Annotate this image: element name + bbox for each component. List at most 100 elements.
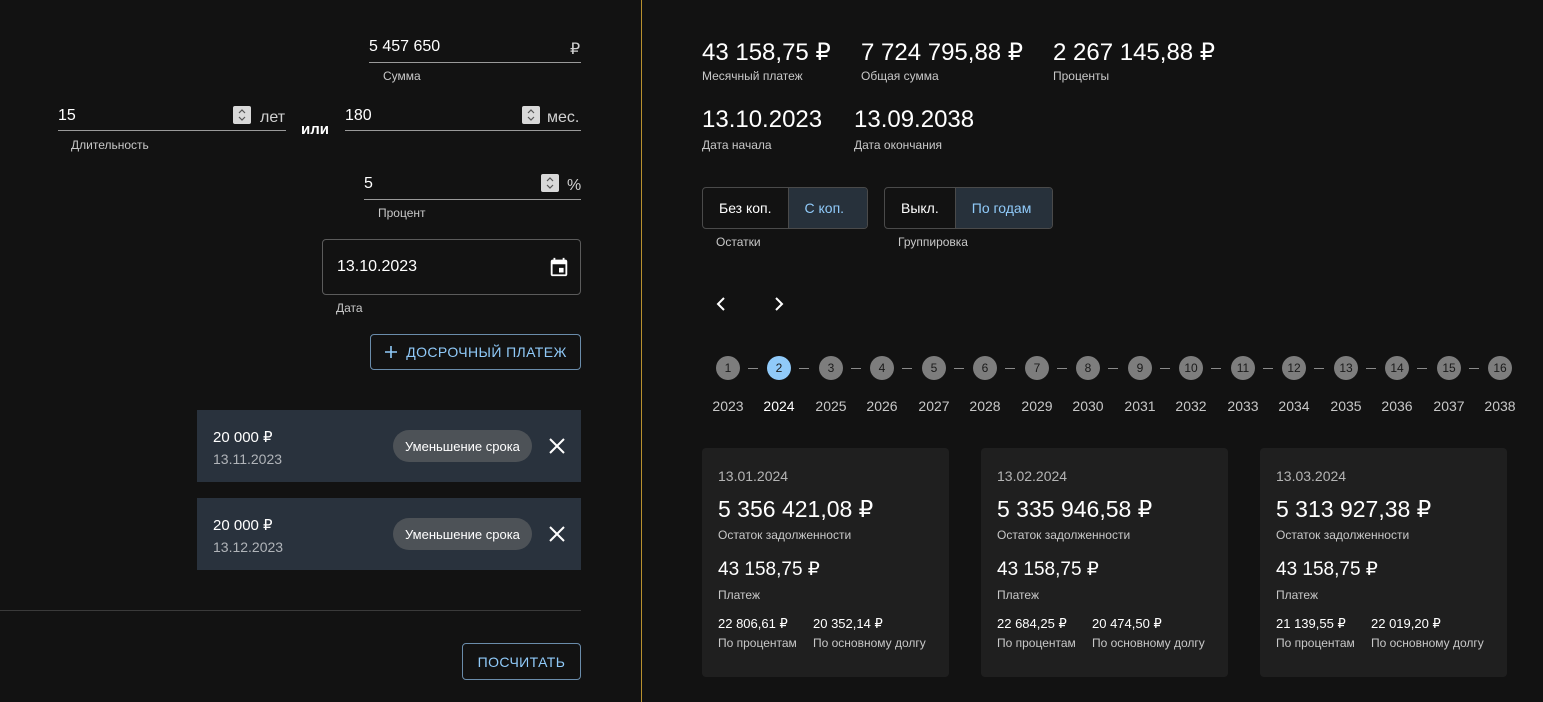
year-step-13[interactable]: 13: [1334, 356, 1358, 380]
year-step-label: 2024: [763, 398, 795, 414]
duration-years-suffix: лет: [260, 109, 286, 126]
start-date-label: Дата начала: [702, 138, 772, 152]
year-step-label: 2028: [969, 398, 1001, 414]
payment-amount: 43 158,75 ₽: [1276, 559, 1378, 580]
payment-interest: 22 806,61 ₽: [718, 616, 788, 631]
chevron-right-icon[interactable]: [770, 296, 786, 312]
add-early-payment-label: ДОСРОЧНЫЙ ПЛАТЕЖ: [406, 344, 567, 360]
sum-input[interactable]: 5 457 650: [369, 38, 440, 56]
early-payment-type-chip[interactable]: Уменьшение срока: [393, 518, 532, 550]
early-payment-card: 20 000 ₽ 13.11.2023 Уменьшение срока: [197, 410, 581, 482]
payment-date: 13.03.2024: [1276, 468, 1347, 484]
year-step-12[interactable]: 12: [1282, 356, 1306, 380]
step-connector: [748, 368, 758, 369]
payment-principal: 22 019,20 ₽: [1371, 616, 1441, 631]
close-icon[interactable]: [547, 524, 567, 544]
step-connector: [1314, 368, 1324, 369]
payment-principal-label: По основному долгу: [813, 636, 926, 650]
balance-toggle-with-kopecks[interactable]: С коп.: [787, 188, 867, 228]
step-connector: [1108, 368, 1118, 369]
payment-date: 13.02.2024: [997, 468, 1068, 484]
early-payment-date: 13.12.2023: [213, 539, 284, 555]
payment-balance-label: Остаток задолженности: [718, 528, 852, 542]
calendar-icon[interactable]: [548, 256, 570, 278]
duration-months-input[interactable]: 180: [345, 107, 372, 125]
chevron-left-icon[interactable]: [714, 296, 730, 312]
payment-amount: 43 158,75 ₽: [997, 559, 1099, 580]
sum-currency: ₽: [570, 41, 581, 58]
payment-principal: 20 352,14 ₽: [813, 616, 883, 631]
or-label: или: [301, 121, 329, 138]
date-field[interactable]: 13.10.2023: [322, 239, 581, 295]
percent-underline: [364, 199, 581, 200]
year-step-15[interactable]: 15: [1437, 356, 1461, 380]
year-step-16[interactable]: 16: [1488, 356, 1512, 380]
year-step-10[interactable]: 10: [1179, 356, 1203, 380]
add-early-payment-button[interactable]: ДОСРОЧНЫЙ ПЛАТЕЖ: [370, 334, 581, 370]
end-date-label: Дата окончания: [854, 138, 943, 152]
year-step-14[interactable]: 14: [1385, 356, 1409, 380]
payment-amount-label: Платеж: [718, 588, 760, 602]
sum-underline: [369, 62, 581, 63]
year-step-label: 2025: [815, 398, 847, 414]
payment-principal-label: По основному долгу: [1092, 636, 1205, 650]
step-connector: [1469, 368, 1479, 369]
year-step-6[interactable]: 6: [973, 356, 997, 380]
year-step-2[interactable]: 2: [767, 356, 791, 380]
year-step-5[interactable]: 5: [922, 356, 946, 380]
plus-icon: [385, 346, 398, 358]
spinner-icon[interactable]: [233, 106, 251, 124]
year-step-9[interactable]: 9: [1128, 356, 1152, 380]
payment-balance: 5 313 927,38 ₽: [1276, 496, 1432, 522]
total-sum-label: Общая сумма: [861, 69, 939, 83]
year-step-label: 2029: [1021, 398, 1053, 414]
step-connector: [1417, 368, 1427, 369]
percent-input[interactable]: 5: [364, 175, 373, 193]
year-step-4[interactable]: 4: [870, 356, 894, 380]
payment-interest: 21 139,55 ₽: [1276, 616, 1346, 631]
year-step-label: 2023: [712, 398, 744, 414]
balance-toggle-no-kopecks[interactable]: Без коп.: [703, 188, 788, 228]
grouping-toggle-by-years[interactable]: По годам: [954, 188, 1052, 228]
grouping-toggle: Выкл. По годам: [884, 187, 1053, 229]
spinner-icon[interactable]: [541, 174, 559, 192]
year-step-label: 2032: [1175, 398, 1207, 414]
payment-interest-label: По процентам: [1276, 636, 1355, 650]
year-step-label: 2026: [866, 398, 898, 414]
step-connector: [1366, 368, 1376, 369]
percent-suffix: %: [567, 177, 582, 194]
payment-balance-label: Остаток задолженности: [1276, 528, 1410, 542]
spinner-icon[interactable]: [522, 106, 540, 124]
total-sum-value: 7 724 795,88 ₽: [861, 39, 1024, 66]
close-icon[interactable]: [547, 436, 567, 456]
date-label: Дата: [336, 301, 363, 315]
year-step-8[interactable]: 8: [1076, 356, 1100, 380]
monthly-payment-label: Месячный платеж: [702, 69, 803, 83]
year-step-1[interactable]: 1: [716, 356, 740, 380]
early-payment-card: 20 000 ₽ 13.12.2023 Уменьшение срока: [197, 498, 581, 570]
sum-label: Сумма: [383, 69, 421, 83]
payment-amount-label: Платеж: [1276, 588, 1318, 602]
payment-card: 13.03.2024 5 313 927,38 ₽ Остаток задолж…: [1260, 448, 1507, 677]
percent-label: Процент: [378, 206, 426, 220]
early-payment-date: 13.11.2023: [213, 451, 283, 467]
year-step-3[interactable]: 3: [819, 356, 843, 380]
end-date-value: 13.09.2038: [854, 106, 975, 133]
step-connector: [902, 368, 912, 369]
early-payment-type-chip[interactable]: Уменьшение срока: [393, 430, 532, 462]
payment-amount: 43 158,75 ₽: [718, 559, 820, 580]
payment-principal-label: По основному долгу: [1371, 636, 1484, 650]
grouping-toggle-off[interactable]: Выкл.: [885, 188, 955, 228]
year-step-11[interactable]: 11: [1231, 356, 1255, 380]
year-step-label: 2031: [1124, 398, 1156, 414]
date-input[interactable]: 13.10.2023: [337, 258, 417, 276]
payment-principal: 20 474,50 ₽: [1092, 616, 1162, 631]
duration-years-input[interactable]: 15: [58, 107, 76, 125]
step-connector: [1211, 368, 1221, 369]
calculate-button[interactable]: ПОСЧИТАТЬ: [462, 643, 581, 680]
year-step-7[interactable]: 7: [1025, 356, 1049, 380]
form-divider: [0, 610, 581, 611]
year-step-label: 2033: [1227, 398, 1259, 414]
monthly-payment-value: 43 158,75 ₽: [702, 39, 831, 66]
payment-balance: 5 356 421,08 ₽: [718, 496, 874, 522]
